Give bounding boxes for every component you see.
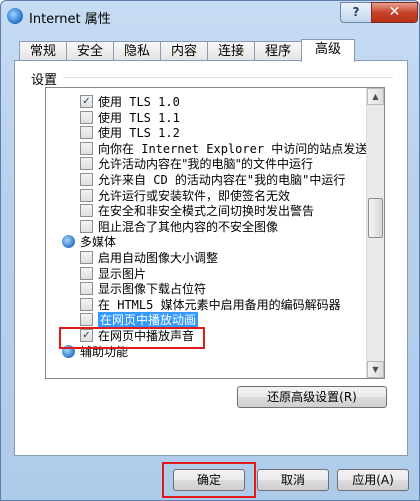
settings-group-label: 设置 xyxy=(31,73,58,88)
setting-label: 使用 TLS 1.2 xyxy=(98,126,180,141)
tab-security[interactable]: 安全 xyxy=(66,41,114,61)
tab-programs[interactable]: 程序 xyxy=(254,41,302,61)
setting-label: 允许来自 CD 的活动内容在"我的电脑"中运行 xyxy=(98,173,346,187)
checkbox[interactable] xyxy=(80,297,93,311)
internet-properties-window: Internet 属性 ? ✕ 常规 安全 隐私 内容 连接 程序 高级 设置 … xyxy=(0,0,420,501)
tab-general[interactable]: 常规 xyxy=(19,41,67,61)
scroll-up-arrow-icon[interactable]: ▲ xyxy=(367,88,384,105)
window-title: Internet 属性 xyxy=(29,12,111,27)
checkbox[interactable] xyxy=(80,110,93,124)
checkbox[interactable] xyxy=(80,157,93,171)
checkbox[interactable] xyxy=(80,219,93,233)
category-label: 多媒体 xyxy=(80,235,117,250)
tab-advanced[interactable]: 高级 xyxy=(301,39,355,62)
setting-label: 允许活动内容在"我的电脑"的文件中运行 xyxy=(98,157,314,172)
tab-connections[interactable]: 连接 xyxy=(207,41,255,61)
checkbox[interactable] xyxy=(80,204,93,218)
annotation-highlight-box xyxy=(59,327,205,349)
setting-label: 启用自动图像大小调整 xyxy=(98,251,219,265)
setting-label: 在 HTML5 媒体元素中启用备用的编码解码器 xyxy=(98,297,341,312)
checkbox[interactable] xyxy=(80,173,93,186)
advanced-panel: 设置 ✓ 使用 TLS 1.0 使用 TLS 1.1 使用 TLS 1.2 向你在 In… xyxy=(14,60,408,456)
scrollbar-thumb[interactable] xyxy=(368,198,383,238)
cancel-button[interactable]: 取消 xyxy=(257,469,329,491)
restore-advanced-settings-button[interactable]: 还原高级设置(R) xyxy=(237,386,387,408)
setting-label: 使用 TLS 1.1 xyxy=(98,110,180,125)
internet-globe-icon xyxy=(7,8,23,24)
title-bar[interactable]: Internet 属性 ? ✕ xyxy=(1,1,420,31)
setting-label: 在安全和非安全模式之间切换时发出警告 xyxy=(98,204,315,219)
help-button[interactable]: ? xyxy=(340,2,372,23)
checkbox[interactable] xyxy=(80,126,93,140)
setting-label: 允许运行或安装软件，即使签名无效 xyxy=(98,188,291,203)
checkbox[interactable]: ✓ xyxy=(80,95,93,108)
setting-label: 向你在 Internet Explorer 中访问的站点发送 "Do Not xyxy=(98,141,384,156)
checkbox[interactable] xyxy=(80,266,93,280)
checkbox[interactable] xyxy=(80,282,93,296)
checkbox[interactable] xyxy=(80,313,93,327)
setting-label: 显示图像下载占位符 xyxy=(98,282,207,297)
tab-content[interactable]: 内容 xyxy=(160,41,208,61)
vertical-scrollbar[interactable]: ▲ ▼ xyxy=(366,88,384,378)
tab-privacy[interactable]: 隐私 xyxy=(113,41,161,61)
scroll-down-arrow-icon[interactable]: ▼ xyxy=(367,361,384,378)
group-divider xyxy=(63,77,393,78)
checkbox[interactable] xyxy=(80,141,93,155)
checkbox[interactable] xyxy=(80,251,93,264)
setting-label: 显示图片 xyxy=(98,266,147,281)
multimedia-icon xyxy=(62,235,75,249)
setting-label: 使用 TLS 1.0 xyxy=(98,95,180,109)
setting-label: 阻止混合了其他内容的不安全图像 xyxy=(98,219,279,234)
setting-label: 在网页中播放动画 xyxy=(98,312,199,329)
close-button[interactable]: ✕ xyxy=(371,2,418,23)
apply-button[interactable]: 应用(A) xyxy=(337,469,409,491)
annotation-highlight-box xyxy=(162,462,256,498)
checkbox[interactable] xyxy=(80,188,93,202)
